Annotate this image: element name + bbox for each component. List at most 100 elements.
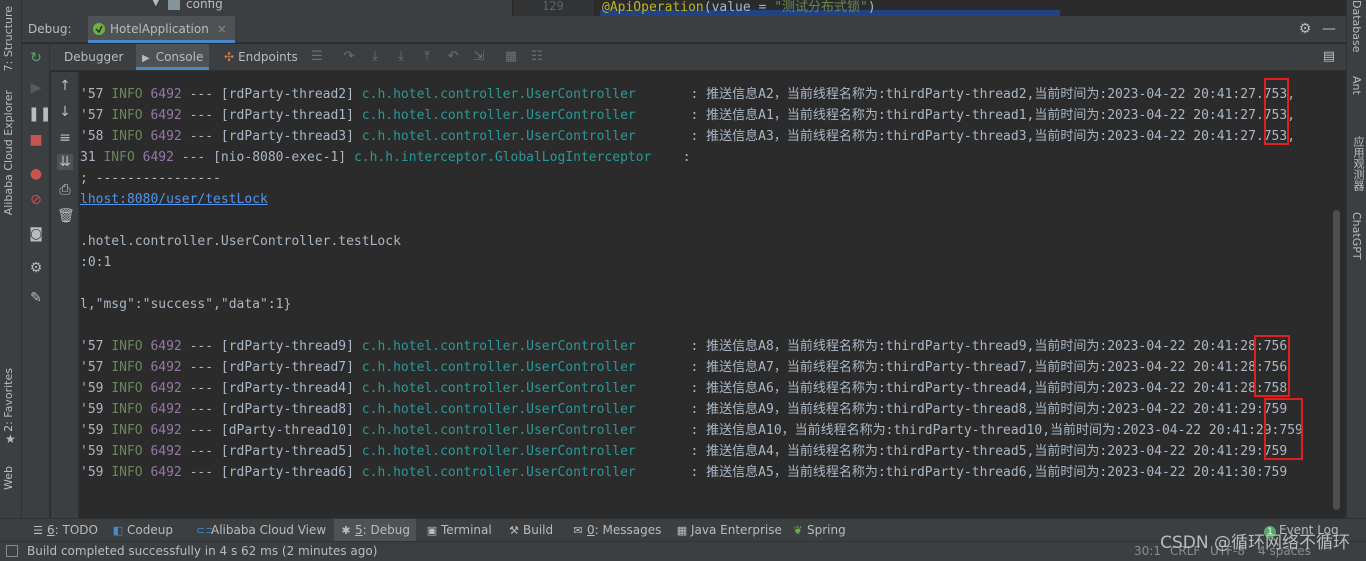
- step-into-icon[interactable]: ⤓: [368, 50, 382, 64]
- log-class[interactable]: c.h.hotel.controller.UserController: [362, 339, 636, 354]
- tab-endpoints-label: Endpoints: [238, 50, 298, 64]
- code-paren-close: ): [867, 0, 876, 15]
- log-level: INFO: [111, 87, 143, 102]
- log-class[interactable]: c.h.hotel.controller.UserController: [362, 129, 636, 144]
- resume-icon[interactable]: ▶: [28, 80, 44, 96]
- code-paren-open: (value =: [703, 0, 775, 15]
- close-icon[interactable]: ×: [217, 22, 227, 36]
- log-thread: --- [rdParty-thread5]: [189, 444, 354, 459]
- annotation: @ApiOperation: [602, 0, 704, 15]
- favorites-tab[interactable]: 2: Favorites: [2, 368, 15, 432]
- structure-tab-label: 7: Structure: [2, 6, 15, 72]
- arrow-down-icon[interactable]: ↓: [57, 104, 73, 120]
- highlight-box: [1254, 335, 1290, 397]
- tree-item-config[interactable]: config: [186, 0, 223, 11]
- tab-debugger[interactable]: Debugger: [58, 44, 129, 70]
- log-message: : 推送信息A5，当前线程名称为:thirdParty-thread6,当前时间…: [643, 465, 1288, 480]
- tab-codeup[interactable]: ◧ Codeup: [112, 519, 173, 542]
- tab-todo[interactable]: ☰ 6: TODO: [32, 519, 98, 542]
- trace-icon[interactable]: ☷: [530, 50, 544, 64]
- tab-terminal[interactable]: ▣ Terminal: [426, 519, 492, 542]
- vertical-scrollbar[interactable]: [1333, 210, 1340, 510]
- log-thread: --- [rdParty-thread4]: [189, 381, 354, 396]
- log-level: INFO: [111, 423, 143, 438]
- view-breakpoints-icon[interactable]: ●: [28, 166, 44, 182]
- force-step-into-icon[interactable]: ⤓: [394, 50, 408, 64]
- evaluate-icon[interactable]: ▦: [504, 50, 518, 64]
- log-class[interactable]: c.h.hotel.controller.UserController: [362, 360, 636, 375]
- rerun-icon[interactable]: ↻: [28, 50, 44, 66]
- tab-console-label: Console: [155, 50, 204, 64]
- editor-strip: ▼ config 129 @ApiOperation(value = "测试分布…: [22, 0, 1346, 16]
- debugger-tabs: Debugger ▶ Console ✣ Endpoints ☰ ↷ ⤓ ⤓ ⤒ ↶…: [22, 44, 1346, 71]
- log-thread: --- [rdParty-thread7]: [189, 360, 354, 375]
- spring-label: Spring: [807, 523, 846, 537]
- log-class[interactable]: c.h.h.interceptor.GlobalLogInterceptor: [354, 150, 651, 165]
- tab-label: HotelApplication: [110, 22, 209, 36]
- step-out-icon[interactable]: ⤒: [420, 50, 434, 64]
- tab-console[interactable]: ▶ Console: [136, 44, 210, 70]
- log-class[interactable]: c.h.hotel.controller.UserController: [362, 444, 636, 459]
- log-message: : 推送信息A7，当前线程名称为:thirdParty-thread7,当前时间…: [643, 360, 1288, 375]
- menu-icon[interactable]: ☰: [310, 50, 324, 64]
- soft-wrap-icon[interactable]: ≡: [57, 130, 73, 146]
- pause-icon[interactable]: ❚❚: [28, 106, 51, 122]
- database-tab[interactable]: Database: [1350, 0, 1363, 53]
- log-class[interactable]: c.h.hotel.controller.UserController: [362, 423, 636, 438]
- log-timestamp: '59: [80, 423, 104, 438]
- web-tab[interactable]: Web: [2, 466, 15, 490]
- scroll-to-end-icon[interactable]: ⇊: [57, 154, 73, 170]
- log-timestamp: '57: [80, 108, 104, 123]
- chatgpt-tab[interactable]: ChatGPT: [1350, 212, 1363, 260]
- tab-spring[interactable]: ❦ Spring: [792, 519, 846, 542]
- observer-tab[interactable]: 应用观测器: [1350, 136, 1366, 191]
- log-class[interactable]: c.h.hotel.controller.UserController: [362, 108, 636, 123]
- chevron-down-icon[interactable]: ▼: [152, 0, 160, 8]
- ip-text: :0:1: [80, 255, 112, 270]
- cursor-position[interactable]: 30:1: [1134, 544, 1161, 558]
- drop-frame-icon[interactable]: ↶: [446, 50, 460, 64]
- layout-icon[interactable]: ▤: [1322, 50, 1336, 64]
- log-class[interactable]: c.h.hotel.controller.UserController: [362, 381, 636, 396]
- folder-icon: [168, 0, 180, 10]
- url-link[interactable]: lhost:8080/user/testLock: [80, 192, 268, 207]
- settings-icon[interactable]: ⚙: [28, 260, 44, 276]
- log-timestamp: 31: [80, 150, 96, 165]
- alibaba-view-label: Alibaba Cloud View: [211, 523, 327, 537]
- log-class[interactable]: c.h.hotel.controller.UserController: [362, 402, 636, 417]
- code-line[interactable]: @ApiOperation(value = "测试分布式锁"): [602, 0, 876, 15]
- log-level: INFO: [111, 402, 143, 417]
- arrow-up-icon[interactable]: ↑: [57, 78, 73, 94]
- run-to-cursor-icon[interactable]: ⇲: [472, 50, 486, 64]
- log-timestamp: '57: [80, 339, 104, 354]
- favorites-label: 2: Favorites: [2, 368, 15, 432]
- trash-icon[interactable]: 🗑: [57, 208, 75, 224]
- tab-alibaba-cloud-view[interactable]: ⊂⊃Alibaba Cloud View: [196, 519, 326, 542]
- tab-java-enterprise[interactable]: ▦ Java Enterprise: [676, 519, 782, 542]
- log-line: '57 INFO 6492 --- [rdParty-thread1] c.h.…: [80, 105, 1295, 126]
- log-line: '58 INFO 6492 --- [rdParty-thread3] c.h.…: [80, 126, 1295, 147]
- gear-icon[interactable]: ⚙: [1298, 22, 1312, 36]
- tab-hotel-application[interactable]: HotelApplication ×: [88, 16, 235, 43]
- alibaba-explorer-tab[interactable]: Alibaba Cloud Explorer: [2, 90, 15, 215]
- console-toolbar: ↑ ↓ ≡ ⇊ ⎙ 🗑: [51, 72, 79, 518]
- log-pid: 6492: [150, 129, 182, 144]
- pin-icon[interactable]: ✎: [28, 290, 44, 306]
- log-class[interactable]: c.h.hotel.controller.UserController: [362, 87, 636, 102]
- mute-breakpoints-icon[interactable]: ⊘: [28, 192, 44, 208]
- tab-messages[interactable]: ✉ 0: Messages: [572, 519, 661, 542]
- structure-tab[interactable]: 7: Structure: [2, 6, 15, 71]
- console-output[interactable]: '57 INFO 6492 --- [rdParty-thread2] c.h.…: [80, 72, 1346, 518]
- step-over-icon[interactable]: ↷: [342, 50, 356, 64]
- tab-build[interactable]: ⚒ Build: [508, 519, 553, 542]
- camera-icon[interactable]: ◙: [28, 226, 44, 242]
- tab-debug[interactable]: ✱ 5: Debug: [334, 519, 416, 542]
- tab-endpoints[interactable]: ✣ Endpoints: [218, 44, 304, 70]
- minimize-icon[interactable]: —: [1322, 22, 1336, 36]
- log-class[interactable]: c.h.hotel.controller.UserController: [362, 465, 636, 480]
- ant-tab[interactable]: Ant: [1350, 76, 1363, 95]
- log-message: : 推送信息A8，当前线程名称为:thirdParty-thread9,当前时间…: [643, 339, 1288, 354]
- print-icon[interactable]: ⎙: [57, 182, 73, 198]
- stop-icon[interactable]: ■: [28, 132, 44, 148]
- log-thread: --- [rdParty-thread1]: [189, 108, 354, 123]
